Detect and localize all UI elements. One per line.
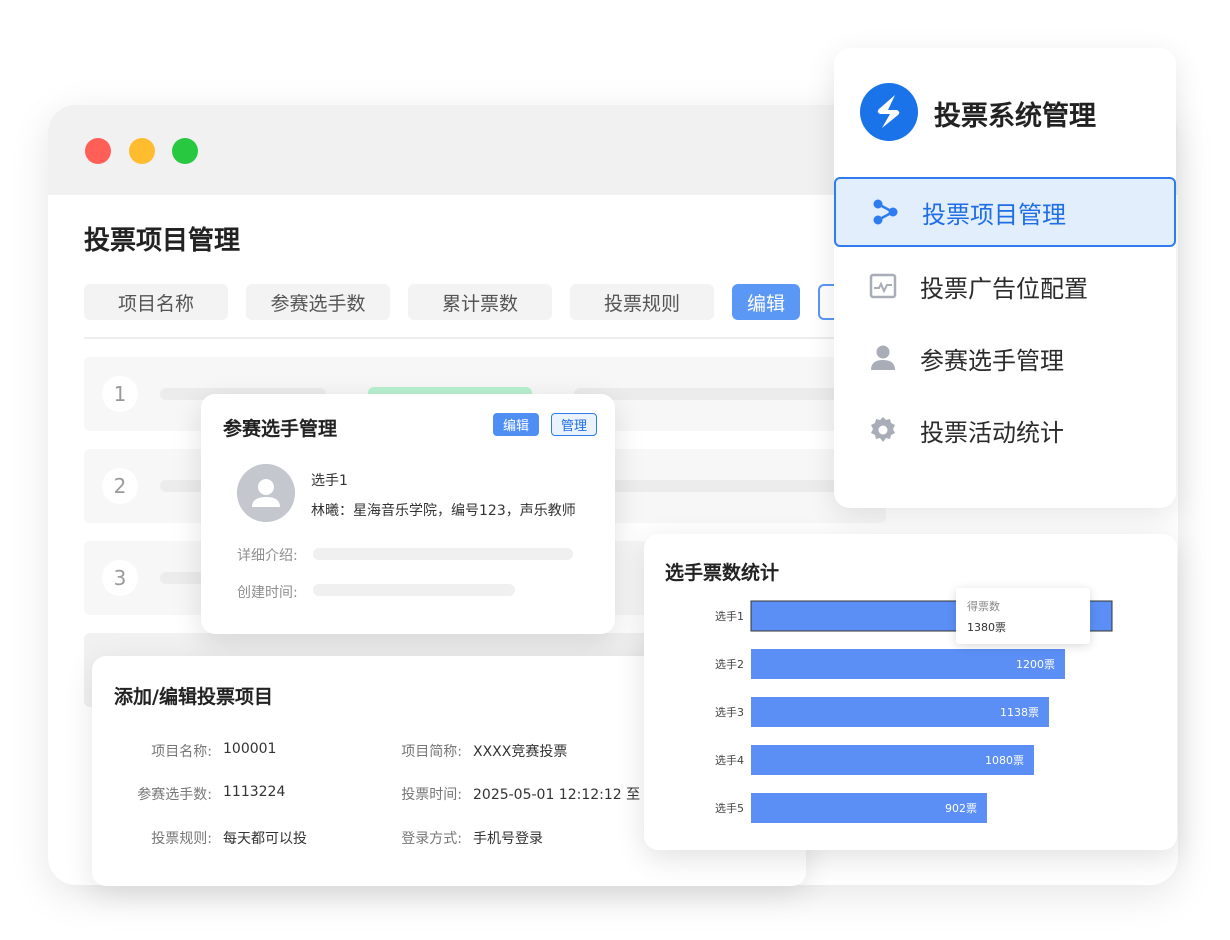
category-label: 选手3 [715,705,744,719]
category-label: 选手2 [715,657,744,671]
edit-button[interactable]: 编辑 [732,284,800,320]
vote-bar-chart: 选手1 选手2 1200票选手3 1138票选手4 1080票选手5 902票 [715,600,1113,823]
share-nodes-icon [873,199,898,225]
gear-icon [871,417,895,442]
tab-total-votes[interactable]: 累计票数 [408,284,552,320]
menu-item-label: 投票项目管理 [922,200,1066,229]
edit-card-title: 添加/编辑投票项目 [114,686,273,708]
placeholder-bar [574,388,854,400]
tab-vote-rules[interactable]: 投票规则 [570,284,714,320]
contestant-name: 选手1 [311,473,348,489]
row-number: 2 [102,468,138,504]
bar-value-label: 1080票 [985,754,1024,767]
field-value-login-method: 手机号登录 [473,831,543,847]
field-value-contestant-count: 1113224 [223,784,286,800]
field-label-vote-rules: 投票规则: [151,831,212,847]
field-value-vote-rules: 每天都可以投 [223,831,307,847]
row-number: 3 [102,560,138,596]
tab-contestant-count[interactable]: 参赛选手数 [246,284,390,320]
tooltip-label: 得票数 [967,600,1000,613]
page-title: 投票项目管理 [84,226,241,256]
contestant-card: 参赛选手管理 编辑 管理 选手1 林曦：星海音乐学院，编号123，声乐教师 详细… [201,394,615,634]
created-time-label: 创建时间: [237,585,298,601]
tooltip-value: 1380票 [967,621,1006,634]
vote-stats-chart-card: 选手票数统计 选手1 选手2 1200票 选手3 1138票 选手4 1080票 选手5 902… [644,534,1177,850]
menu-item-ad-config[interactable]: 投票广告位配置 [834,251,1176,321]
tab-project-name[interactable]: 项目名称 [84,284,228,320]
bar-value-label: 902票 [945,802,977,815]
bar-value-label: 1200票 [1016,658,1055,671]
field-label-vote-time: 投票时间: [401,787,462,803]
bar-value-label: 1138票 [1000,706,1039,719]
header-divider [84,337,884,339]
menu-item-label: 投票活动统计 [920,418,1064,447]
category-label: 选手1 [715,609,744,623]
menu-item-vote-projects[interactable]: 投票项目管理 [834,177,1176,247]
field-label-contestant-count: 参赛选手数: [137,787,212,803]
chart-tooltip: 得票数 1380票 [956,588,1090,644]
contestant-card-title: 参赛选手管理 [223,418,338,440]
nav-menu-card: 投票系统管理 投票项目管理 投票广告位配置 参赛选手管理 投票活动统计 [834,48,1176,508]
category-label: 选手4 [715,753,744,767]
field-value-project-name: 100001 [223,741,277,757]
row-number: 1 [102,376,138,412]
edit-contestant-button[interactable]: 编辑 [493,413,539,436]
field-label-short-name: 项目简称: [401,744,462,760]
maximize-window-button[interactable] [172,138,198,164]
created-time-placeholder-bar [313,584,515,596]
category-label: 选手5 [715,801,744,815]
menu-item-statistics[interactable]: 投票活动统计 [834,395,1176,465]
field-value-short-name: XXXX竞赛投票 [473,744,568,760]
chart-panel-icon [869,273,897,299]
menu-item-label: 投票广告位配置 [920,274,1088,303]
menu-item-contestants[interactable]: 参赛选手管理 [834,323,1176,393]
field-label-login-method: 登录方式: [401,831,462,847]
app-logo-icon [860,83,918,141]
field-value-vote-time: 2025-05-01 12:12:12 至 20 [473,787,663,803]
detail-placeholder-bar [313,548,573,560]
contestant-description: 林曦：星海音乐学院，编号123，声乐教师 [311,503,576,519]
app-title: 投票系统管理 [934,101,1096,132]
manage-contestant-button[interactable]: 管理 [551,413,597,436]
close-window-button[interactable] [85,138,111,164]
menu-item-label: 参赛选手管理 [920,346,1064,375]
placeholder-bar [574,480,854,492]
minimize-window-button[interactable] [129,138,155,164]
person-icon [871,345,895,370]
field-label-project-name: 项目名称: [151,744,212,760]
detail-label: 详细介绍: [237,548,298,564]
avatar [237,464,295,522]
